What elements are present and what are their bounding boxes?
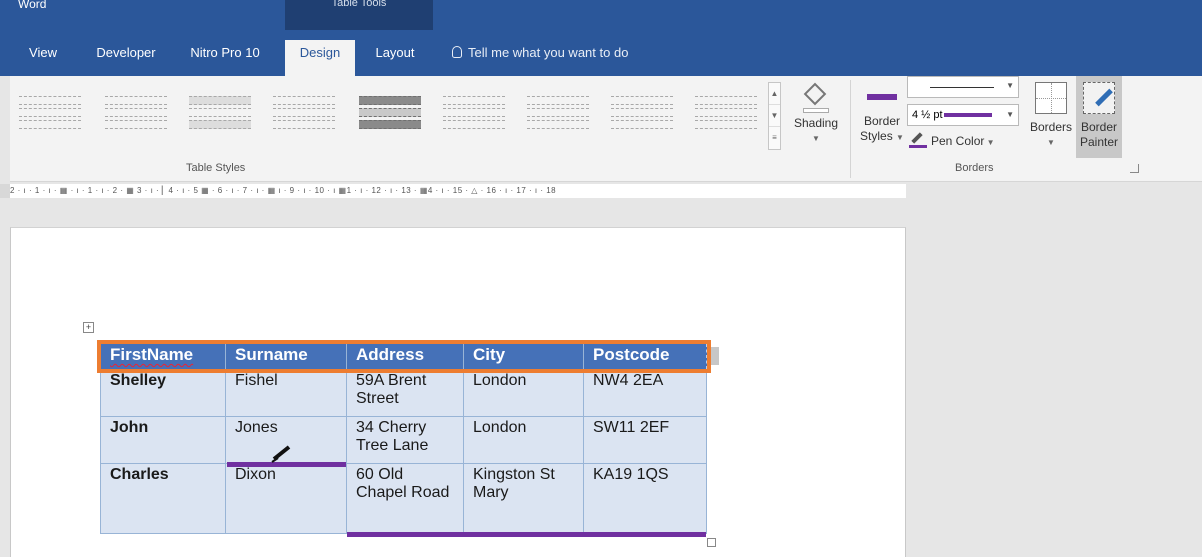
borders-label: Borders <box>1029 120 1073 134</box>
table-cell[interactable]: London <box>463 369 584 417</box>
border-style-swatch <box>867 94 897 100</box>
table-style-thumbnail[interactable] <box>691 90 761 140</box>
chevron-down-icon: ▼ <box>1006 110 1014 119</box>
table-style-thumbnail[interactable] <box>607 90 677 140</box>
table-cell[interactable]: 60 Old Chapel Road <box>346 463 464 534</box>
shading-button[interactable]: Shading ▼ <box>790 80 842 158</box>
table-cell[interactable]: Dixon <box>225 463 347 534</box>
border-styles-label-1: Border <box>863 114 901 128</box>
border-painter-label-1: Border <box>1080 120 1118 134</box>
title-bar: Word Table Tools <box>0 0 1202 30</box>
tell-me-text: Tell me what you want to do <box>468 45 629 60</box>
pen-icon <box>909 132 927 148</box>
chevron-down-icon: ▼ <box>1006 81 1014 90</box>
table-style-thumbnail[interactable] <box>269 90 339 140</box>
paint-bucket-icon <box>803 82 829 113</box>
table-cell[interactable]: Shelley <box>100 369 226 417</box>
table-style-thumbnail[interactable] <box>523 90 593 140</box>
row-end-marker <box>711 347 719 365</box>
scroll-down-icon[interactable]: ▼ <box>769 105 780 127</box>
border-styles-button[interactable]: Border Styles ▼ <box>858 80 906 158</box>
line-style-preview <box>930 87 994 88</box>
ruler-margin <box>0 184 10 198</box>
tab-view[interactable]: View <box>20 40 66 76</box>
tab-design[interactable]: Design <box>285 40 355 76</box>
table-styles-gallery <box>15 82 775 150</box>
tell-me-search[interactable]: Tell me what you want to do <box>452 40 628 66</box>
table-row: Shelley Fishel 59A Brent Street London N… <box>100 369 707 417</box>
group-divider <box>850 80 851 178</box>
table-resize-handle[interactable] <box>707 538 716 547</box>
ribbon-panel: ▲ ▼ ≡ Table Styles Shading ▼ Border Styl… <box>10 76 1202 182</box>
shading-label: Shading <box>793 116 839 130</box>
pen-color-button[interactable]: Pen Color ▼ <box>909 132 995 148</box>
ruler-scale[interactable]: 2 · ı · 1 · ı · ▦ · ı · 1 · ı · 2 · ▦ 3 … <box>10 184 906 198</box>
table-row: Charles Dixon 60 Old Chapel Road Kingsto… <box>100 463 707 534</box>
line-style-dropdown[interactable]: ▼ <box>907 76 1019 98</box>
border-painter-label-2: Painter <box>1079 135 1119 149</box>
table-cell[interactable]: KA19 1QS <box>583 463 707 534</box>
table-styles-group-label: Table Styles <box>186 162 246 174</box>
chevron-down-icon: ▼ <box>1047 138 1055 147</box>
line-weight-preview <box>944 113 992 117</box>
tab-developer[interactable]: Developer <box>86 40 166 76</box>
chevron-down-icon: ▼ <box>812 134 820 143</box>
table-style-thumbnail[interactable] <box>15 90 85 140</box>
context-label: Table Tools <box>331 0 387 9</box>
table-cell[interactable]: 34 Cherry Tree Lane <box>346 416 464 464</box>
tab-layout[interactable]: Layout <box>362 40 428 76</box>
table-cell[interactable]: John <box>100 416 226 464</box>
table-row: John Jones 34 Cherry Tree Lane London SW… <box>100 416 707 464</box>
table-cell[interactable]: London <box>463 416 584 464</box>
border-styles-label-2: Styles <box>860 129 893 143</box>
horizontal-ruler: 2 · ı · 1 · ı · ▦ · ı · 1 · ı · 2 · ▦ 3 … <box>0 182 1202 200</box>
gallery-more-icon[interactable]: ≡ <box>769 127 780 149</box>
ribbon-tabs: View Developer Nitro Pro 10 Design Layou… <box>0 30 1202 76</box>
table-cell[interactable]: Fishel <box>225 369 347 417</box>
dialog-launcher-icon[interactable] <box>1130 164 1139 173</box>
table-tools-context-band: Table Tools <box>285 0 433 30</box>
table-cell[interactable]: 59A Brent Street <box>346 369 464 417</box>
table-cell[interactable]: SW11 2EF <box>583 416 707 464</box>
borders-button[interactable]: Borders ▼ <box>1026 80 1076 158</box>
table-move-handle-icon[interactable]: + <box>83 322 94 333</box>
table-cell[interactable]: Kingston St Mary <box>463 463 584 534</box>
header-row-highlight <box>97 340 711 373</box>
table-style-thumbnail[interactable] <box>101 90 171 140</box>
chevron-down-icon: ▼ <box>896 133 904 142</box>
border-painter-icon <box>1083 82 1115 114</box>
line-weight-value: 4 ½ pt <box>912 109 943 121</box>
tab-nitro-pro[interactable]: Nitro Pro 10 <box>180 40 270 76</box>
borders-grid-icon <box>1035 82 1067 114</box>
pen-color-label: Pen Color <box>931 134 985 148</box>
border-painter-button[interactable]: Border Painter <box>1076 76 1122 158</box>
table-style-thumbnail-dark[interactable] <box>355 90 425 140</box>
chevron-down-icon: ▼ <box>984 138 995 147</box>
borders-group-label: Borders <box>955 162 994 174</box>
table-style-thumbnail[interactable] <box>439 90 509 140</box>
table-style-thumbnail[interactable] <box>185 90 255 140</box>
gallery-scroll[interactable]: ▲ ▼ ≡ <box>768 82 781 150</box>
painted-border-bottom <box>347 532 706 537</box>
table-cell[interactable]: Charles <box>100 463 226 534</box>
border-painter-cursor-icon <box>271 445 291 463</box>
line-weight-dropdown[interactable]: 4 ½ pt ▼ <box>907 104 1019 126</box>
app-name: Word <box>18 0 47 11</box>
table-cell[interactable]: NW4 2EA <box>583 369 707 417</box>
scroll-up-icon[interactable]: ▲ <box>769 83 780 105</box>
lightbulb-icon <box>452 46 462 58</box>
